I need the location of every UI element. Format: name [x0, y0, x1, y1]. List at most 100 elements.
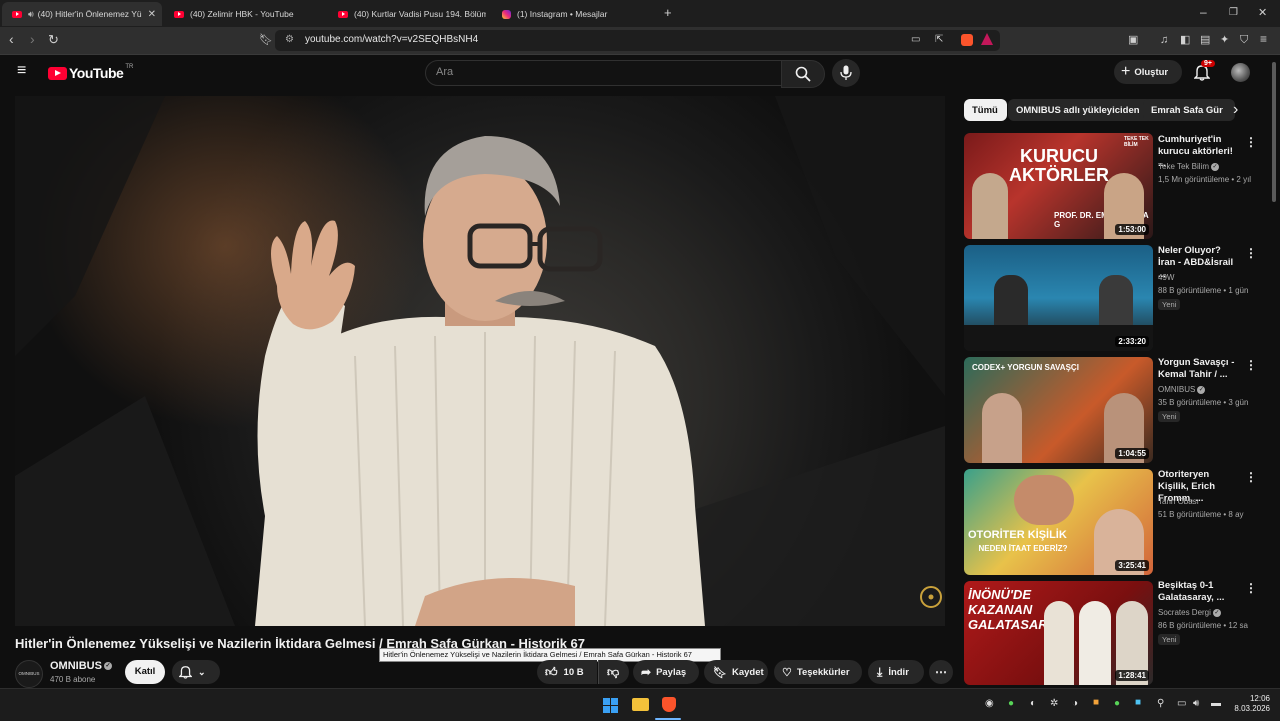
tray-icon[interactable]: ◉ [985, 698, 994, 709]
share-page-icon[interactable]: ⇱ [935, 33, 943, 47]
like-button[interactable]: 👍︎ 10 B [537, 660, 597, 684]
site-info-icon[interactable]: ⚙ [285, 33, 294, 47]
more-actions-button[interactable]: ⋯ [929, 660, 953, 684]
menu-icon[interactable]: ≡ [1260, 32, 1267, 46]
recommendation-meta: 35 B görüntüleme • 3 gün [1158, 398, 1249, 407]
more-options-icon[interactable]: ⋮ [1245, 246, 1257, 260]
subscription-bell-button[interactable]: ⌄ [172, 660, 220, 684]
save-button[interactable]: 🔖︎ Kaydet [704, 660, 768, 684]
microphone-tray-icon[interactable]: ⚲ [1157, 698, 1164, 709]
reload-icon[interactable]: ↻ [48, 33, 59, 47]
dislike-button[interactable]: 👎︎ [598, 660, 629, 684]
voice-search-button[interactable] [832, 59, 860, 87]
notifications-button[interactable]: 9+ [1193, 60, 1215, 86]
duration-badge: 3:25:41 [1115, 560, 1149, 571]
browser-tab[interactable]: (40) Zelimir HBK - YouTube [164, 2, 324, 26]
chip-from-uploader[interactable]: OMNIBUS adlı yükleyiciden [1008, 99, 1154, 121]
thanks-button[interactable]: ♡ Teşekkürler [774, 660, 862, 684]
music-icon[interactable]: ♫ [1160, 33, 1168, 47]
hamburger-menu-icon[interactable]: ≡ [17, 63, 26, 79]
page-scrollbar[interactable] [1272, 62, 1276, 202]
recommendation-meta: 51 B görüntüleme • 8 ay [1158, 510, 1244, 519]
recommendation-channel[interactable]: 49W [1158, 273, 1174, 282]
download-button[interactable]: ⤓ İndir [868, 660, 924, 684]
close-window-icon[interactable]: ✕ [1258, 6, 1267, 20]
back-icon[interactable]: ‹ [9, 32, 14, 46]
chip-all[interactable]: Tümü [964, 99, 1007, 121]
windows-start-icon[interactable] [603, 698, 618, 713]
tray-icon[interactable]: ● [1114, 698, 1120, 709]
video-player[interactable] [15, 96, 945, 626]
file-explorer-icon[interactable] [632, 698, 649, 711]
new-badge: Yeni [1158, 634, 1181, 645]
recommendation-thumbnail[interactable]: OTORİTER KİŞİLİK NEDEN İTAAT EDERİZ? 3:2… [964, 469, 1153, 575]
forward-icon[interactable]: › [30, 32, 35, 46]
recommendation-channel[interactable]: Socrates Dergi ✓ [1158, 608, 1221, 617]
youtube-favicon-icon [12, 10, 22, 18]
new-tab-icon[interactable]: + [664, 6, 672, 20]
tray-icon[interactable]: ■ [1093, 697, 1099, 708]
tray-icon[interactable]: ◑ [1072, 698, 1078, 709]
recommendation-channel[interactable]: Teke Tek Bilim ✓ [1158, 162, 1219, 171]
recommendation-thumbnail[interactable]: KURUCU AKTÖRLER PROF. DR. EMRAH SAFA G T… [964, 133, 1153, 239]
share-button[interactable]: ➦ Paylaş [633, 660, 699, 684]
account-avatar[interactable] [1231, 63, 1250, 82]
channel-avatar[interactable]: OMNIBUS [15, 660, 43, 688]
brave-rewards-icon[interactable] [981, 33, 993, 45]
recommendation-channel[interactable]: OMNIBUS ✓ [1158, 385, 1206, 394]
clock-date: 8.03.2026 [1234, 704, 1270, 713]
address-bar[interactable]: ⚙ youtube.com/watch?v=v2SEQHBsNH4 ▭ ⇱ [275, 30, 1000, 51]
download-label: İndir [888, 666, 909, 678]
recommendation-channel[interactable]: Tarih Obası [1158, 497, 1199, 506]
close-tab-icon[interactable]: ✕ [148, 9, 156, 20]
recommendation-title[interactable]: Beşiktaş 0-1 Galatasaray, ... [1158, 580, 1240, 604]
duration-badge: 1:28:41 [1115, 670, 1149, 681]
volume-icon[interactable]: 🔊︎ [1193, 698, 1199, 709]
new-badge: Yeni [1158, 411, 1181, 422]
battery-icon[interactable]: ▬ [1211, 698, 1221, 709]
verified-check-icon: ✓ [1197, 385, 1206, 394]
recommendation-title[interactable]: Yorgun Savaşçı - Kemal Tahir / ... [1158, 357, 1240, 381]
panel-icon[interactable]: ◧ [1180, 33, 1190, 47]
chevron-right-icon[interactable]: › [1233, 102, 1238, 118]
more-options-icon[interactable]: ⋮ [1245, 581, 1257, 595]
leo-ai-icon[interactable]: ✦ [1220, 33, 1229, 47]
youtube-logo[interactable]: YouTube TR [48, 64, 133, 81]
url-text[interactable]: youtube.com/watch?v=v2SEQHBsNH4 [305, 34, 478, 45]
minimize-icon[interactable]: – [1200, 5, 1207, 19]
more-options-icon[interactable]: ⋮ [1245, 135, 1257, 149]
browser-tab-active[interactable]: 🔊︎ (40) Hitler'in Önlenemez Yükse ✕ [2, 2, 162, 26]
tray-icon[interactable]: ✲ [1050, 698, 1058, 709]
chevron-down-icon: ⌄ [198, 666, 206, 677]
search-button[interactable] [781, 60, 825, 88]
tray-icon[interactable]: ◐ [1030, 698, 1036, 709]
recommendation-thumbnail[interactable]: 2:33:20 [964, 245, 1153, 351]
tray-icon[interactable]: ■ [1135, 697, 1141, 708]
tab-title: (1) Instagram • Mesajlar [517, 9, 608, 19]
thumbnail-text: KURUCU AKTÖRLER [1009, 146, 1109, 185]
wallet-icon[interactable]: ▤ [1200, 33, 1210, 47]
join-button[interactable]: Katıl [125, 660, 165, 684]
duration-badge: 1:53:00 [1115, 224, 1149, 235]
channel-name-row[interactable]: OMNIBUS ✓ [50, 660, 112, 672]
more-options-icon[interactable]: ⋮ [1245, 358, 1257, 372]
more-options-icon[interactable]: ⋮ [1245, 470, 1257, 484]
restore-icon[interactable]: ❐ [1229, 6, 1238, 20]
vpn-shield-icon[interactable]: ⛉ [1240, 33, 1248, 47]
search-input[interactable]: Ara [425, 60, 782, 86]
browser-tab[interactable]: (40) Kurtlar Vadisi Pusu 194. Bölüm - [328, 2, 486, 26]
create-button[interactable]: + Oluştur [1114, 60, 1182, 84]
recommendation-thumbnail[interactable]: CODEX+ YORGUN SAVAŞÇI 1:04:55 [964, 357, 1153, 463]
clock[interactable]: 12:06 8.03.2026 [1230, 694, 1270, 714]
browser-toolbar: ‹ › ↻ 🔖︎ ⚙ youtube.com/watch?v=v2SEQHBsN… [0, 27, 1280, 55]
sidebar-toggle-icon[interactable]: ▣ [1128, 33, 1138, 47]
bookmark-icon[interactable]: 🔖︎ [259, 33, 273, 47]
cast-icon[interactable]: ▭ [911, 33, 920, 47]
chip-related[interactable]: Emrah Safa Gür [1143, 99, 1235, 121]
brave-browser-icon[interactable] [662, 697, 676, 712]
brave-shields-icon[interactable] [961, 34, 973, 46]
recommendation-thumbnail[interactable]: İNÖNÜ'DE KAZANAN GALATASARAY 1:28:41 [964, 581, 1153, 685]
tray-icon[interactable]: ● [1008, 698, 1014, 709]
browser-tab[interactable]: (1) Instagram • Mesajlar [490, 2, 650, 26]
network-icon[interactable]: ▭ [1177, 698, 1186, 709]
